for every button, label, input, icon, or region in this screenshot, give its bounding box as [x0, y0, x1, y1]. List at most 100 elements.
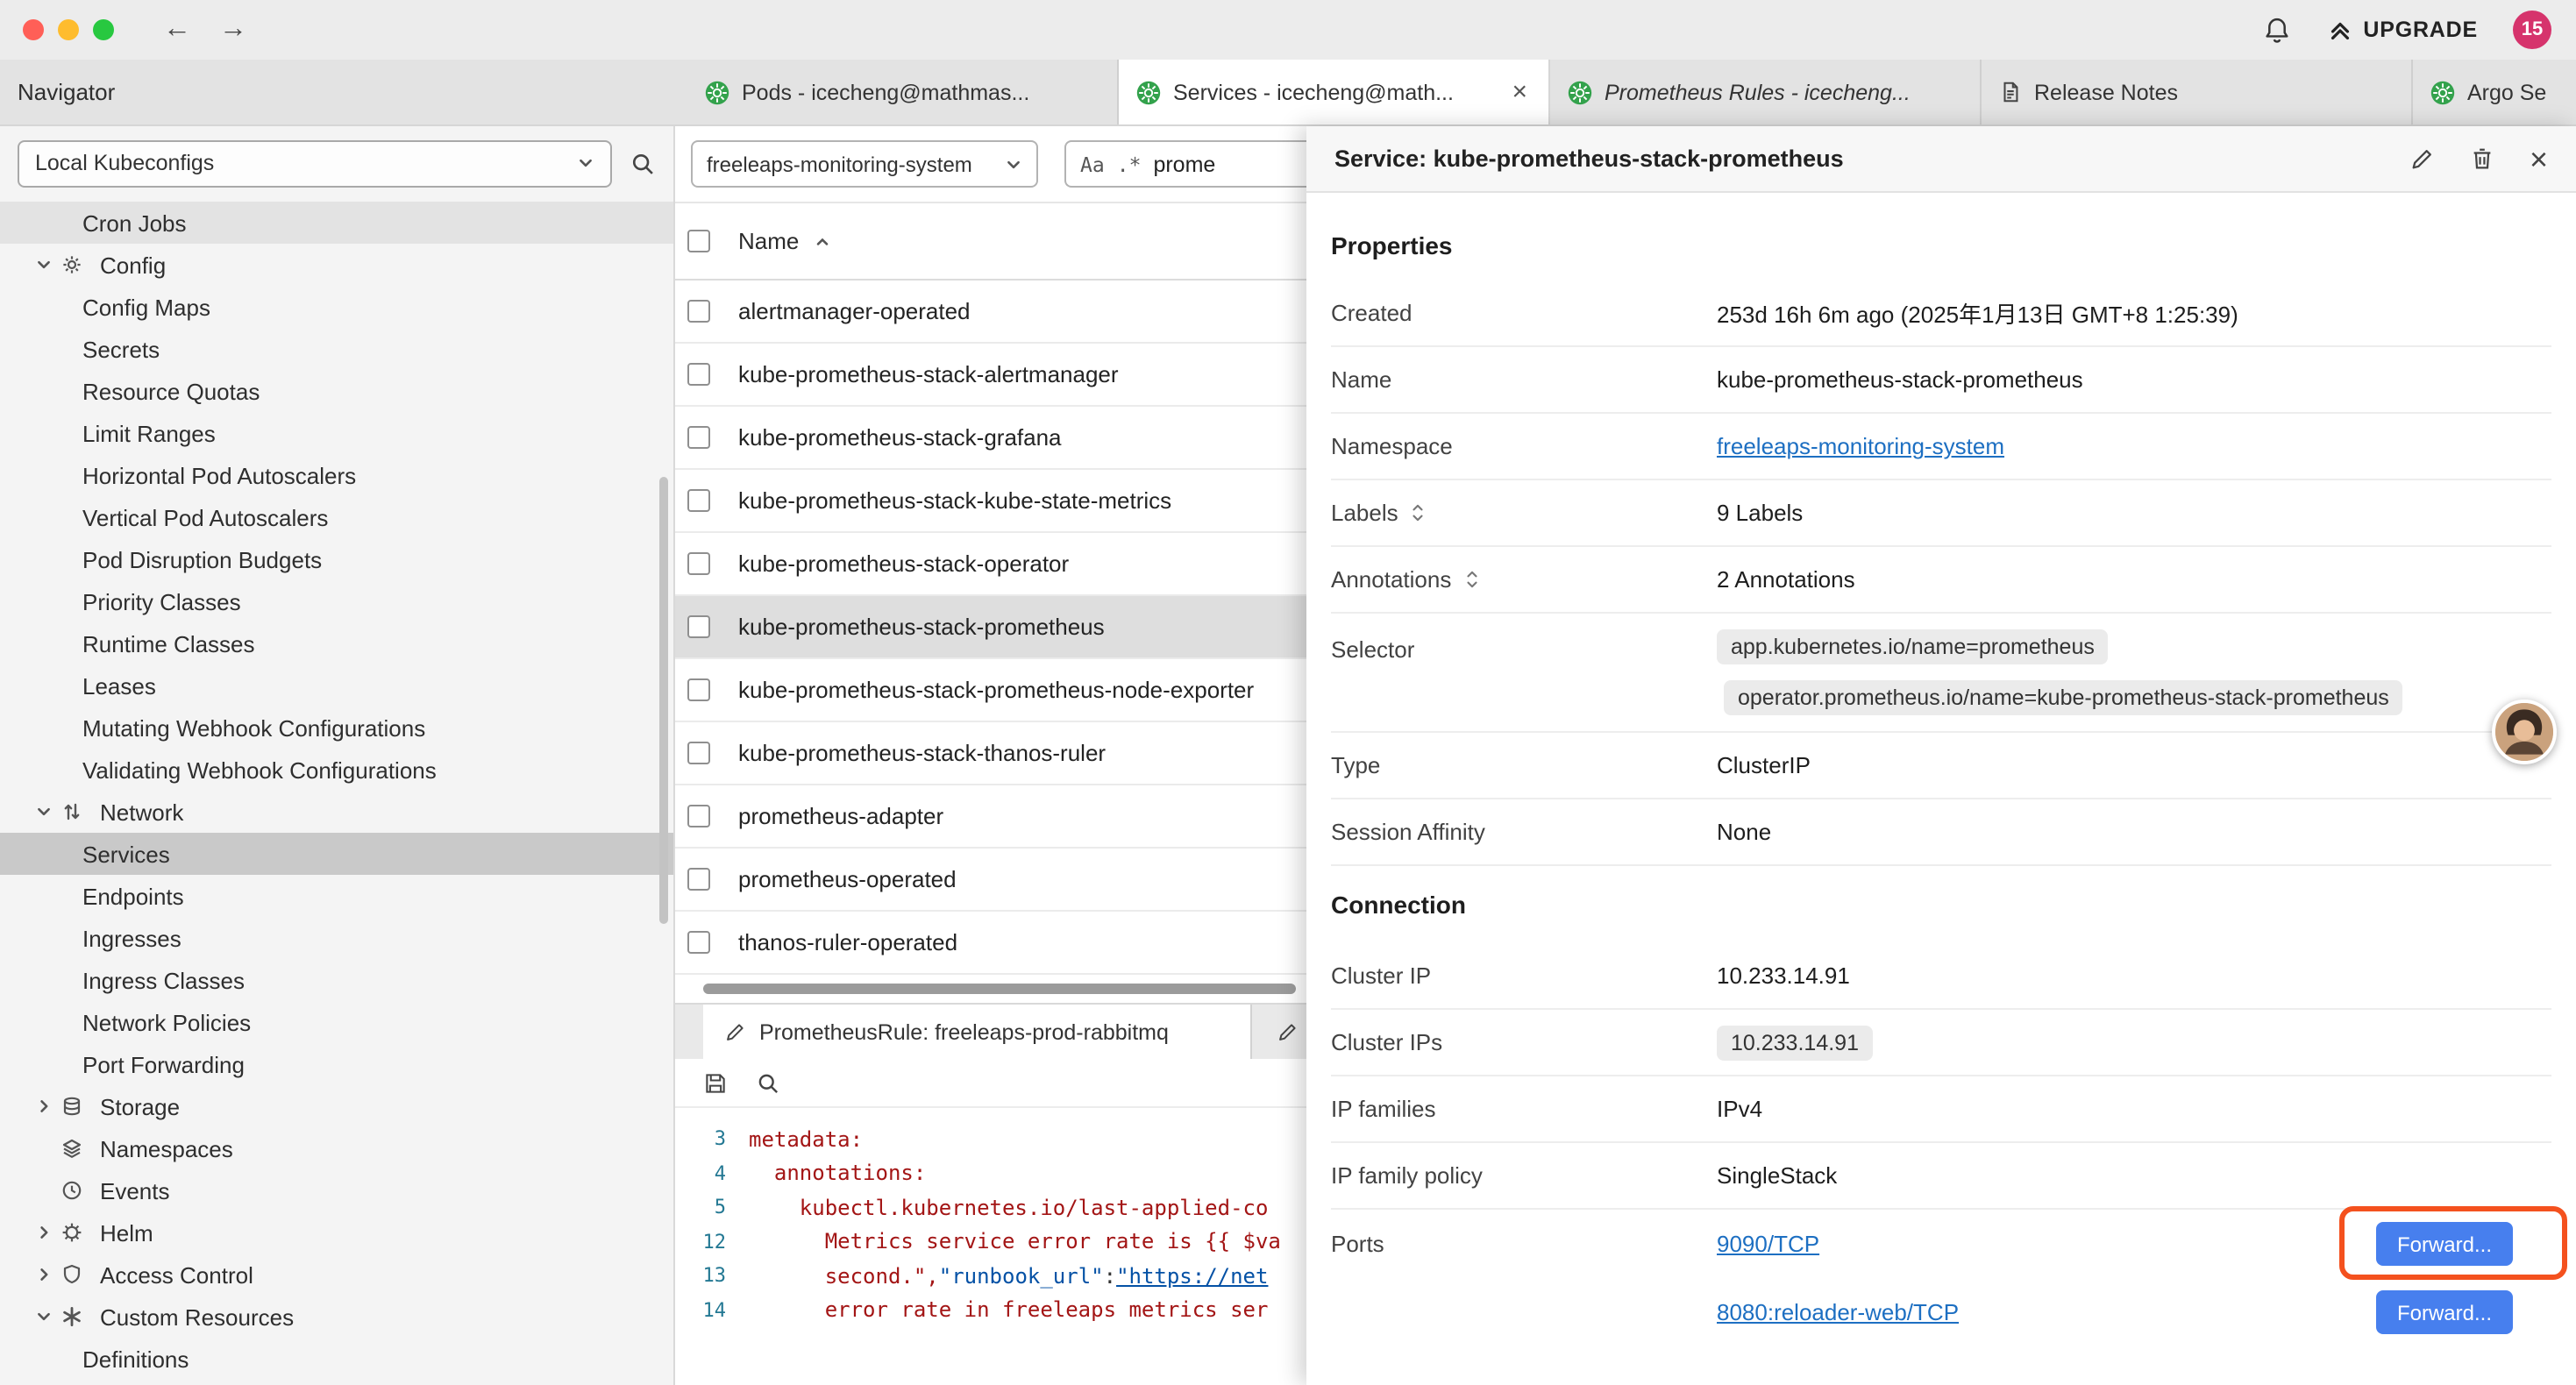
- tab-pods[interactable]: Pods - icecheng@mathmas...: [687, 60, 1119, 124]
- row-checkbox[interactable]: [687, 931, 710, 954]
- table-row[interactable]: alertmanager-operated: [675, 281, 1306, 344]
- sidebar-item-helm[interactable]: Helm: [0, 1211, 673, 1254]
- tab-prometheus-rules[interactable]: Prometheus Rules - icecheng...: [1550, 60, 1982, 124]
- pencil-icon: [1277, 1020, 1299, 1043]
- sidebar-item-namespaces[interactable]: Namespaces: [0, 1127, 673, 1169]
- search-icon[interactable]: [630, 150, 656, 176]
- row-checkbox[interactable]: [687, 805, 710, 827]
- sidebar-item-vertical-pod-autoscalers[interactable]: Vertical Pod Autoscalers: [0, 496, 673, 538]
- sidebar-item-definitions[interactable]: Definitions: [0, 1338, 673, 1380]
- regex-toggle[interactable]: .*: [1117, 152, 1142, 176]
- tab-services[interactable]: Services - icecheng@math... ×: [1119, 60, 1550, 124]
- sidebar-item-storage[interactable]: Storage: [0, 1085, 673, 1127]
- expand-collapse-icon[interactable]: [1411, 501, 1427, 524]
- sidebar-item-ingress-classes[interactable]: Ingress Classes: [0, 959, 673, 1001]
- row-checkbox[interactable]: [687, 489, 710, 512]
- tab-release-notes[interactable]: Release Notes: [1982, 60, 2413, 124]
- table-row[interactable]: kube-prometheus-stack-thanos-ruler: [675, 722, 1306, 785]
- row-checkbox[interactable]: [687, 868, 710, 891]
- row-checkbox[interactable]: [687, 615, 710, 638]
- sidebar-item-mutating-webhook-configurations[interactable]: Mutating Webhook Configurations: [0, 707, 673, 749]
- row-checkbox[interactable]: [687, 300, 710, 323]
- sidebar-item-services[interactable]: Services: [0, 833, 673, 875]
- chevron-down-icon: [1005, 155, 1022, 173]
- kubeconfig-selector-dropdown[interactable]: Local Kubeconfigs: [18, 139, 612, 187]
- close-window-button[interactable]: [23, 19, 44, 40]
- row-checkbox[interactable]: [687, 363, 710, 386]
- table-row[interactable]: kube-prometheus-stack-operator: [675, 533, 1306, 596]
- back-arrow-icon[interactable]: ←: [163, 0, 191, 60]
- sidebar-item-resource-quotas[interactable]: Resource Quotas: [0, 370, 673, 412]
- save-icon[interactable]: [703, 1070, 728, 1095]
- row-checkbox[interactable]: [687, 552, 710, 575]
- table-row[interactable]: thanos-ruler-operated: [675, 912, 1306, 975]
- sidebar-item-horizontal-pod-autoscalers[interactable]: Horizontal Pod Autoscalers: [0, 454, 673, 496]
- sidebar-item-access-control[interactable]: Access Control: [0, 1254, 673, 1296]
- table-row-selected[interactable]: kube-prometheus-stack-prometheus: [675, 596, 1306, 659]
- kubernetes-cluster-icon: [1568, 80, 1592, 104]
- sidebar-item-limit-ranges[interactable]: Limit Ranges: [0, 412, 673, 454]
- forward-button[interactable]: Forward...: [2376, 1222, 2513, 1266]
- table-row[interactable]: kube-prometheus-stack-grafana: [675, 407, 1306, 470]
- table-row[interactable]: prometheus-adapter: [675, 785, 1306, 849]
- forward-arrow-icon[interactable]: →: [219, 0, 247, 60]
- upgrade-button[interactable]: UPGRADE: [2326, 17, 2478, 43]
- namespace-link[interactable]: freeleaps-monitoring-system: [1717, 433, 2004, 459]
- sidebar-item-ingresses[interactable]: Ingresses: [0, 917, 673, 959]
- match-case-toggle[interactable]: Aa: [1080, 152, 1105, 176]
- sidebar-item-priority-classes[interactable]: Priority Classes: [0, 580, 673, 622]
- sidebar-item-cron-jobs[interactable]: Cron Jobs: [0, 202, 673, 244]
- sidebar-item-leases[interactable]: Leases: [0, 664, 673, 707]
- search-input[interactable]: [1153, 152, 1276, 176]
- select-all-checkbox[interactable]: [687, 230, 710, 252]
- sidebar-item-custom-resources[interactable]: Custom Resources: [0, 1296, 673, 1338]
- close-icon[interactable]: ×: [2530, 143, 2548, 174]
- port-link[interactable]: 8080:reloader-web/TCP: [1717, 1299, 1959, 1325]
- row-checkbox[interactable]: [687, 678, 710, 701]
- close-icon[interactable]: ×: [1508, 77, 1531, 107]
- yaml-editor[interactable]: 3 metadata: 4 annotations: 5 kubectl.kub…: [675, 1108, 1306, 1327]
- bell-icon[interactable]: [2261, 15, 2291, 45]
- sidebar-item-runtime-classes[interactable]: Runtime Classes: [0, 622, 673, 664]
- sidebar-item-endpoints[interactable]: Endpoints: [0, 875, 673, 917]
- sidebar-item-config[interactable]: Config: [0, 244, 673, 286]
- table-row[interactable]: kube-prometheus-stack-alertmanager: [675, 344, 1306, 407]
- window-titlebar: ← → UPGRADE 15: [0, 0, 2576, 60]
- tab-argo[interactable]: Argo Se: [2413, 60, 2576, 124]
- namespace-filter-value: freeleaps-monitoring-system: [707, 152, 972, 176]
- editor-tab-prometheusrule[interactable]: PrometheusRule: freeleaps-prod-rabbitmq: [703, 1005, 1252, 1059]
- sidebar-item-secrets[interactable]: Secrets: [0, 328, 673, 370]
- sidebar-item-config-maps[interactable]: Config Maps: [0, 286, 673, 328]
- line-number: 4: [675, 1162, 749, 1185]
- sidebar-item-network[interactable]: Network: [0, 791, 673, 833]
- row-checkbox[interactable]: [687, 742, 710, 764]
- search-icon[interactable]: [756, 1070, 780, 1095]
- sidebar-scrollbar[interactable]: [659, 477, 668, 924]
- row-checkbox[interactable]: [687, 426, 710, 449]
- editor-tab-partial[interactable]: [1252, 1005, 1306, 1059]
- namespace-filter-dropdown[interactable]: freeleaps-monitoring-system: [691, 140, 1038, 188]
- trash-icon[interactable]: [2470, 146, 2496, 172]
- sidebar-item-pod-disruption-budgets[interactable]: Pod Disruption Budgets: [0, 538, 673, 580]
- sidebar-item-network-policies[interactable]: Network Policies: [0, 1001, 673, 1043]
- table-row[interactable]: kube-prometheus-stack-kube-state-metrics: [675, 470, 1306, 533]
- expand-collapse-icon[interactable]: [1463, 568, 1479, 591]
- sidebar-item-events[interactable]: Events: [0, 1169, 673, 1211]
- notification-count-badge[interactable]: 15: [2513, 11, 2551, 49]
- edit-pencil-icon[interactable]: [2410, 146, 2437, 172]
- chevron-down-icon: [35, 256, 61, 273]
- minimize-window-button[interactable]: [58, 19, 79, 40]
- sidebar-item-validating-webhook-configurations[interactable]: Validating Webhook Configurations: [0, 749, 673, 791]
- table-header-row: Name: [675, 203, 1306, 281]
- table-row[interactable]: kube-prometheus-stack-prometheus-node-ex…: [675, 659, 1306, 722]
- sidebar-item-port-forwarding[interactable]: Port Forwarding: [0, 1043, 673, 1085]
- maximize-window-button[interactable]: [93, 19, 114, 40]
- table-row[interactable]: prometheus-operated: [675, 849, 1306, 912]
- horizontal-scrollbar[interactable]: [703, 984, 1296, 994]
- forward-button[interactable]: Forward...: [2376, 1290, 2513, 1334]
- port-link[interactable]: 9090/TCP: [1717, 1231, 1819, 1257]
- user-avatar[interactable]: [2492, 700, 2557, 764]
- detail-row-created: Created 253d 16h 6m ago (2025年1月13日 GMT+…: [1331, 281, 2551, 347]
- line-number: 3: [675, 1128, 749, 1151]
- name-column-header[interactable]: Name: [738, 228, 830, 254]
